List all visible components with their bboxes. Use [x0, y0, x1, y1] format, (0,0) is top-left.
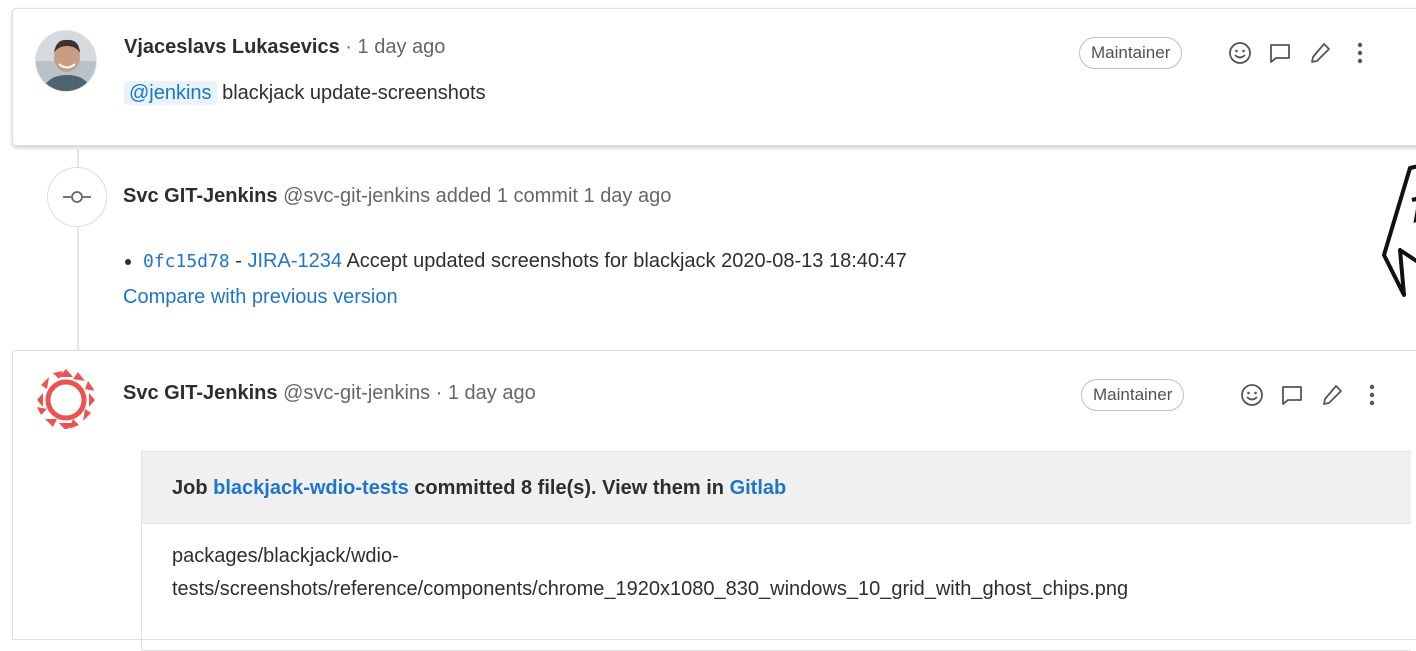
user-mention-link[interactable]: @jenkins	[124, 81, 217, 105]
more-actions-button[interactable]	[1352, 377, 1392, 413]
commit-dash: -	[229, 250, 248, 272]
comment-icon	[1282, 386, 1302, 405]
reply-button[interactable]	[1272, 377, 1312, 413]
system-note-icon	[47, 167, 107, 227]
author-name-link[interactable]: Vjaceslavs Lukasevics	[124, 36, 340, 58]
add-reaction-button[interactable]	[1232, 377, 1272, 413]
reply-button[interactable]	[1260, 35, 1300, 71]
more-actions-button[interactable]	[1340, 35, 1380, 71]
note-actions	[1220, 35, 1380, 71]
system-note-action: added 1 commit 1 day ago	[435, 185, 672, 207]
author-name-link[interactable]: Svc GIT-Jenkins	[123, 185, 278, 207]
note-body: @jenkins blackjack update-screenshots	[124, 80, 486, 106]
job-summary-header: Job blackjack-wdio-tests committed 8 fil…	[142, 452, 1411, 524]
kebab-icon	[1369, 384, 1375, 406]
gitlab-link[interactable]: Gitlab	[730, 477, 787, 499]
note-card-1: Vjaceslavs Lukasevics · 1 day ago @jenki…	[12, 8, 1416, 146]
author-name-link[interactable]: Svc GIT-Jenkins	[123, 382, 278, 404]
note-author-line: Vjaceslavs Lukasevics · 1 day ago	[124, 35, 445, 59]
speech-bubble-icon	[1370, 160, 1416, 300]
bot-avatar[interactable]	[33, 367, 95, 429]
job-summary-box: Job blackjack-wdio-tests committed 8 fil…	[141, 451, 1411, 651]
commit-list-item: 0fc15d78 - JIRA-1234 Accept updated scre…	[125, 249, 907, 274]
job-summary-text: committed 8 file(s). View them in	[408, 477, 730, 499]
file-path-line: packages/blackjack/wdio-	[172, 545, 399, 567]
avatar-photo	[36, 31, 96, 91]
smiley-icon	[1229, 42, 1251, 64]
pencil-icon	[1323, 385, 1342, 405]
kebab-icon	[1357, 42, 1363, 64]
meta-separator: ·	[430, 382, 448, 404]
job-name-link[interactable]: blackjack-wdio-tests	[213, 477, 409, 499]
author-handle: @svc-git-jenkins	[283, 185, 431, 207]
job-prefix: Job	[172, 477, 214, 499]
meta-separator: ·	[339, 36, 358, 58]
commit-icon	[63, 191, 91, 203]
note-time-link[interactable]: 1 day ago	[358, 36, 446, 58]
smiley-icon	[1241, 384, 1263, 406]
system-note-header: Svc GIT-Jenkins @svc-git-jenkins added 1…	[123, 184, 671, 208]
bot-logo-icon	[37, 369, 95, 429]
edit-button[interactable]	[1300, 35, 1340, 71]
commit-message: Accept updated screenshots for blackjack…	[341, 250, 907, 272]
note-actions	[1232, 377, 1392, 413]
role-badge: Maintainer	[1081, 379, 1185, 411]
commit-sha-link[interactable]: 0fc15d78	[143, 251, 230, 272]
note-author-line: Svc GIT-Jenkins @svc-git-jenkins · 1 day…	[123, 381, 536, 405]
file-path-line: tests/screenshots/reference/components/c…	[172, 578, 1129, 600]
comment-icon	[1270, 44, 1290, 63]
jira-ticket-link[interactable]: JIRA-1234	[247, 250, 342, 272]
author-handle: @svc-git-jenkins	[283, 382, 431, 404]
pencil-icon	[1311, 43, 1330, 63]
author-avatar[interactable]	[35, 30, 97, 92]
role-badge: Maintainer	[1079, 37, 1183, 69]
note-time-link[interactable]: 1 day ago	[448, 382, 536, 404]
add-reaction-button[interactable]	[1220, 35, 1260, 71]
compare-version-link[interactable]: Compare with previous version	[123, 285, 398, 309]
note-body-text: blackjack update-screenshots	[216, 82, 486, 104]
committed-files-list: packages/blackjack/wdio- tests/screensho…	[142, 524, 1411, 606]
edit-button[interactable]	[1312, 377, 1352, 413]
